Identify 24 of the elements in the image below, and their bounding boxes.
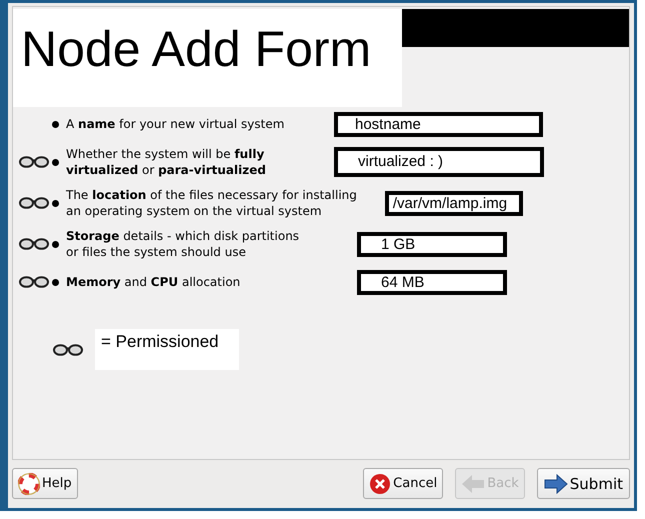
- bullet-icon: [52, 158, 59, 166]
- form-title: Node Add Form: [13, 9, 402, 107]
- bullet-icon: [52, 200, 59, 206]
- forward-arrow-icon: [544, 474, 568, 494]
- legend-label: = Permissioned: [95, 329, 239, 370]
- field-label: A name for your new virtual system: [66, 116, 286, 132]
- field-label: The location of the files necessary for installing an operating system on the virtual system: [66, 187, 357, 219]
- lifebuoy-icon: [18, 472, 40, 494]
- field-label: Memory and CPU allocation: [66, 274, 242, 290]
- field-label: Whether the system will be fully virtualized or para-virtualized: [66, 146, 267, 178]
- submit-button[interactable]: Submit: [536, 468, 630, 499]
- input-field[interactable]: 1 GB: [357, 232, 507, 256]
- glasses-icon: [53, 344, 83, 356]
- input-field[interactable]: 64 MB: [357, 270, 507, 294]
- back-arrow-icon: [461, 474, 486, 494]
- input-field[interactable]: hostname: [334, 112, 543, 136]
- cancel-button[interactable]: Cancel: [363, 468, 444, 499]
- input-field[interactable]: virtualized : ): [334, 147, 544, 177]
- input-field[interactable]: /var/vm/lamp.img: [384, 190, 523, 216]
- bullet-icon: [52, 278, 59, 286]
- close-icon: [369, 472, 392, 494]
- bullet-icon: [52, 240, 59, 248]
- field-label: Storage details - which disk partitions or files the system should use: [66, 228, 300, 260]
- help-button[interactable]: Help: [12, 468, 78, 499]
